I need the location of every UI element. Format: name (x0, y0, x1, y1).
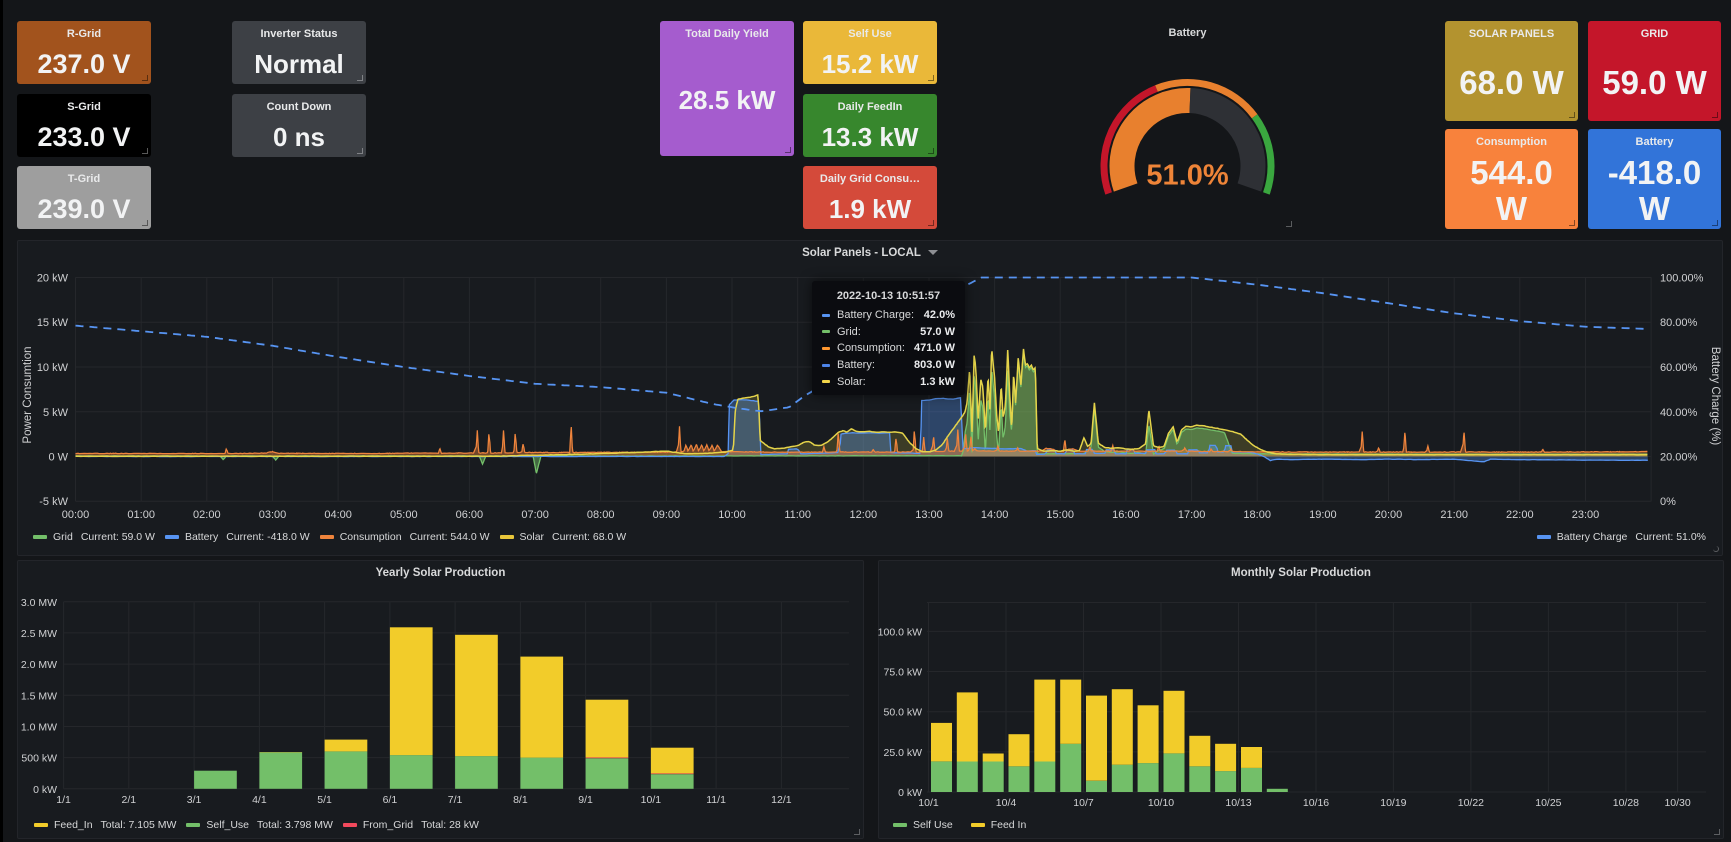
svg-text:10/19: 10/19 (1380, 797, 1406, 809)
svg-text:10/28: 10/28 (1613, 797, 1639, 809)
svg-text:19:00: 19:00 (1309, 509, 1337, 521)
svg-text:15 kW: 15 kW (37, 317, 69, 329)
svg-text:0%: 0% (1660, 496, 1676, 508)
svg-text:3.0 MW: 3.0 MW (21, 597, 57, 609)
svg-text:10/13: 10/13 (1225, 797, 1251, 809)
svg-text:10/22: 10/22 (1458, 797, 1484, 809)
svg-text:7/1: 7/1 (448, 794, 463, 806)
svg-text:06:00: 06:00 (456, 509, 484, 521)
svg-text:23:00: 23:00 (1572, 509, 1600, 521)
svg-text:50.0 kW: 50.0 kW (883, 707, 922, 719)
svg-text:00:00: 00:00 (62, 509, 90, 521)
svg-text:51.0%: 51.0% (1146, 160, 1228, 192)
svg-text:05:00: 05:00 (390, 509, 418, 521)
svg-text:10/30: 10/30 (1664, 797, 1690, 809)
svg-text:2/1: 2/1 (121, 794, 136, 806)
svg-text:11:00: 11:00 (784, 509, 811, 521)
svg-text:3/1: 3/1 (187, 794, 202, 806)
svg-text:60.00%: 60.00% (1660, 362, 1698, 374)
svg-text:11/1: 11/1 (706, 794, 726, 806)
svg-text:0 W: 0 W (48, 452, 68, 464)
svg-text:15:00: 15:00 (1046, 509, 1074, 521)
svg-text:09:00: 09:00 (653, 509, 681, 521)
svg-text:80.00%: 80.00% (1660, 317, 1698, 329)
svg-text:20.00%: 20.00% (1660, 452, 1698, 464)
svg-text:Power Consumtion: Power Consumtion (22, 346, 34, 443)
svg-text:100.0 kW: 100.0 kW (878, 626, 922, 638)
svg-text:10/1: 10/1 (641, 794, 662, 806)
svg-text:22:00: 22:00 (1506, 509, 1534, 521)
svg-text:08:00: 08:00 (587, 509, 615, 521)
svg-text:0 kW: 0 kW (33, 784, 57, 796)
svg-text:10/25: 10/25 (1535, 797, 1561, 809)
svg-text:01:00: 01:00 (127, 509, 155, 521)
svg-text:18:00: 18:00 (1243, 509, 1271, 521)
svg-text:2.5 MW: 2.5 MW (21, 628, 57, 640)
svg-text:07:00: 07:00 (521, 509, 549, 521)
svg-text:20 kW: 20 kW (37, 273, 69, 285)
svg-text:10:00: 10:00 (718, 509, 746, 521)
svg-text:21:00: 21:00 (1440, 509, 1468, 521)
svg-text:-5 kW: -5 kW (39, 496, 68, 508)
svg-text:20:00: 20:00 (1375, 509, 1403, 521)
svg-text:10/10: 10/10 (1148, 797, 1174, 809)
svg-text:100.00%: 100.00% (1660, 273, 1704, 285)
svg-text:02:00: 02:00 (193, 509, 221, 521)
svg-text:4/1: 4/1 (252, 794, 267, 806)
svg-text:10/1: 10/1 (918, 797, 939, 809)
svg-text:9/1: 9/1 (578, 794, 593, 806)
svg-text:5/1: 5/1 (317, 794, 332, 806)
svg-text:2.0 MW: 2.0 MW (21, 659, 57, 671)
svg-text:04:00: 04:00 (324, 509, 352, 521)
svg-text:5 kW: 5 kW (43, 407, 69, 419)
svg-text:1/1: 1/1 (56, 794, 71, 806)
svg-text:Battery Charge (%): Battery Charge (%) (1709, 347, 1721, 446)
svg-text:25.0 kW: 25.0 kW (883, 747, 922, 759)
svg-text:14:00: 14:00 (981, 509, 1009, 521)
svg-text:12:00: 12:00 (850, 509, 878, 521)
svg-text:16:00: 16:00 (1112, 509, 1140, 521)
svg-text:10/4: 10/4 (996, 797, 1017, 809)
svg-text:75.0 kW: 75.0 kW (883, 667, 922, 679)
svg-text:500 kW: 500 kW (21, 753, 57, 765)
svg-text:10 kW: 10 kW (37, 362, 69, 374)
svg-text:13:00: 13:00 (915, 509, 943, 521)
svg-text:03:00: 03:00 (259, 509, 287, 521)
svg-text:6/1: 6/1 (383, 794, 398, 806)
svg-text:1.5 MW: 1.5 MW (21, 690, 57, 702)
svg-text:40.00%: 40.00% (1660, 407, 1698, 419)
svg-text:8/1: 8/1 (513, 794, 528, 806)
svg-text:10/16: 10/16 (1303, 797, 1329, 809)
svg-text:12/1: 12/1 (771, 794, 792, 806)
svg-text:10/7: 10/7 (1073, 797, 1094, 809)
svg-text:1.0 MW: 1.0 MW (21, 722, 57, 734)
svg-text:17:00: 17:00 (1178, 509, 1206, 521)
